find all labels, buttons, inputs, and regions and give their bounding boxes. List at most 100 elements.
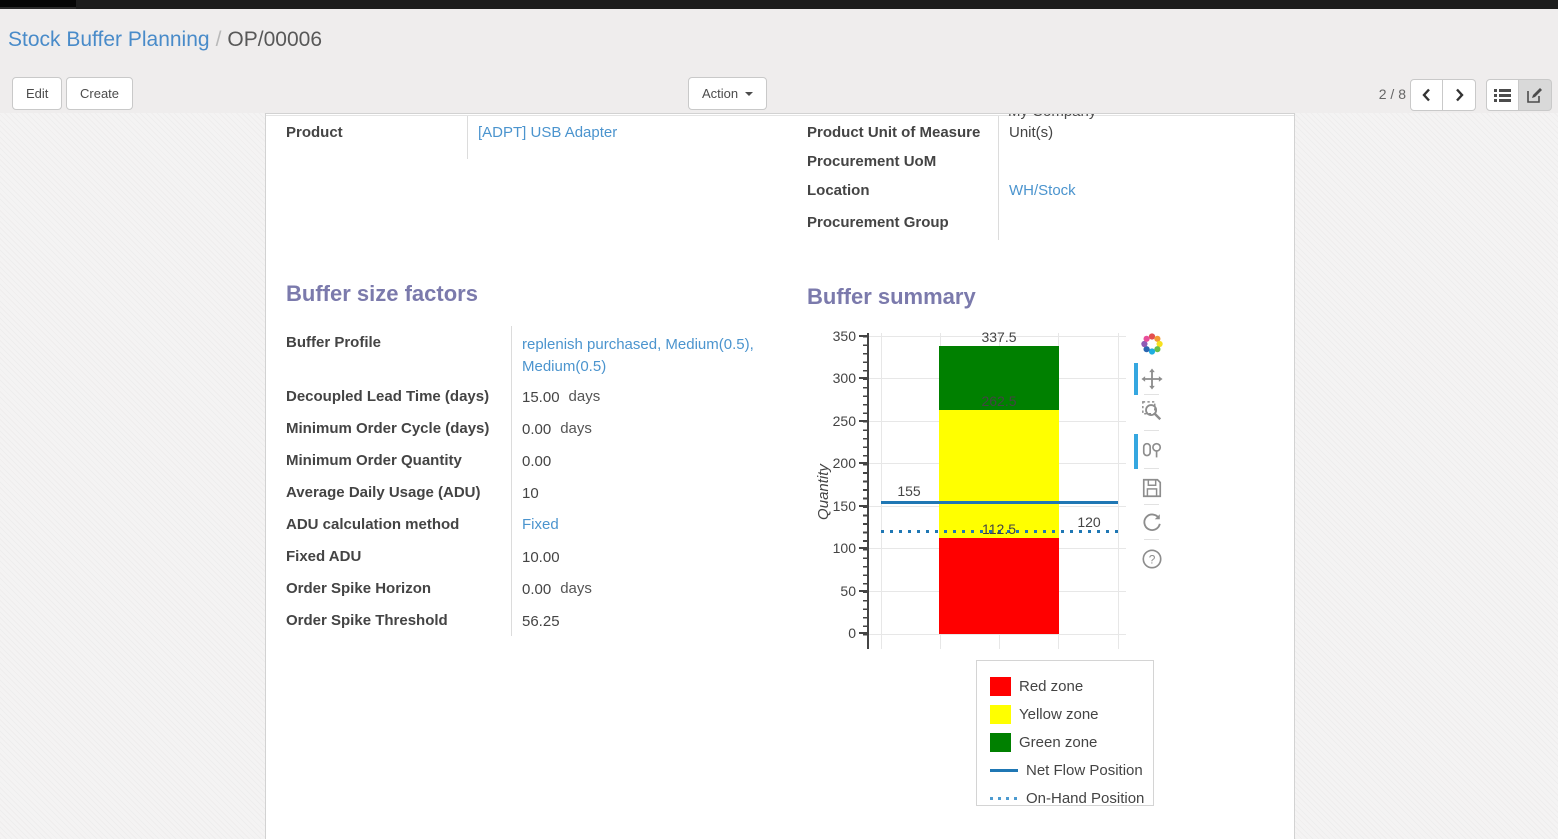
breadcrumb-parent-link[interactable]: Stock Buffer Planning [8,28,210,51]
product-group: Product [ADPT] USB Adapter [286,116,748,159]
action-dropdown-button[interactable]: Action [688,77,767,110]
chart-legend: Red zone Yellow zone Green zone Net Flow… [976,660,1154,806]
spike-horizon-value: 0.00days [511,572,778,604]
adu-method-value: Fixed [511,508,778,540]
breadcrumb: Stock Buffer Planning /OP/00006 [8,28,322,52]
legend-label: Net Flow Position [1026,762,1143,779]
y-tick-50: 50 [814,583,856,599]
major-tick [859,505,867,507]
gridline [869,634,1126,635]
red-zone-bar [939,538,1059,634]
product-uom-label: Product Unit of Measure [807,116,998,147]
field-row-adu: Average Daily Usage (ADU) 10 [286,476,778,508]
pager-next-button[interactable] [1443,79,1476,111]
field-row-location: Location WH/Stock [807,175,1277,206]
adu-label: Average Daily Usage (ADU) [286,476,511,508]
product-link[interactable]: [ADPT] USB Adapter [478,124,617,141]
moq-value: 0.00 [511,444,778,476]
legend-item-yellow-zone[interactable]: Yellow zone [990,703,1099,725]
chevron-down-icon [745,92,753,96]
compare-hover-icon[interactable] [1140,439,1164,463]
spike-threshold-number: 56.25 [522,613,560,630]
pan-icon[interactable] [1140,367,1164,391]
legend-label: On-Hand Position [1026,790,1144,807]
buffer-profile-value: replenish purchased, Medium(0.5), Medium… [511,326,778,380]
svg-text:?: ? [1149,553,1156,567]
active-indicator [1134,363,1138,395]
red-swatch [990,677,1011,696]
legend-item-green-zone[interactable]: Green zone [990,731,1097,753]
yellow-swatch [990,705,1011,724]
adu-method-link[interactable]: Fixed [522,516,559,533]
buffer-summary-title: Buffer summary [807,284,976,310]
major-tick [859,632,867,634]
form-view-button[interactable] [1519,79,1552,111]
major-tick [859,420,867,422]
field-row-procurement-uom: Procurement UoM [807,147,1277,175]
net-flow-position-line [881,501,1118,504]
major-tick [859,377,867,379]
toolbar-divider [1144,468,1159,469]
field-row-product: Product [ADPT] USB Adapter [286,116,748,159]
buffer-profile-link[interactable]: replenish purchased, Medium(0.5), Medium… [522,336,754,375]
buffer-factors-title: Buffer size factors [286,281,478,307]
breadcrumb-separator: / [216,28,222,51]
procurement-uom-value [998,147,1277,175]
field-row-adu-method: ADU calculation method Fixed [286,508,778,540]
edit-button[interactable]: Edit [12,77,62,110]
field-row-uom: Product Unit of Measure Unit(s) [807,116,1277,147]
plotly-logo-icon[interactable] [1140,332,1164,356]
procurement-group-label: Procurement Group [807,206,998,240]
control-panel: Stock Buffer Planning /OP/00006 Edit Crea… [0,9,1558,113]
spike-horizon-unit: days [560,580,592,597]
y-tick-100: 100 [814,540,856,556]
y-tick-250: 250 [814,413,856,429]
top-nav-bar [0,0,1558,9]
yellow-zone-bar [939,410,1059,538]
toolbar-divider [1144,430,1159,431]
field-row-dlt: Decoupled Lead Time (days) 15.00days [286,380,778,412]
spike-threshold-label: Order Spike Threshold [286,604,511,636]
buffer-factors-group: Buffer Profile replenish purchased, Medi… [286,326,778,636]
action-label: Action [702,86,738,101]
active-indicator [1134,434,1138,469]
major-tick [859,547,867,549]
spike-horizon-label: Order Spike Horizon [286,572,511,604]
field-row-spike-horizon: Order Spike Horizon 0.00days [286,572,778,604]
adu-value: 10 [511,476,778,508]
y-tick-0: 0 [814,625,856,641]
y-tick-200: 200 [814,455,856,471]
field-row-moq: Minimum Order Quantity 0.00 [286,444,778,476]
pager-previous-button[interactable] [1410,79,1443,111]
gridline [1118,333,1119,649]
solid-line-swatch [990,769,1018,772]
create-button[interactable]: Create [66,77,133,110]
list-view-button[interactable] [1486,79,1519,111]
major-tick [859,335,867,337]
legend-item-on-hand[interactable]: On-Hand Position [990,787,1144,809]
plot-area[interactable]: 337.5 262.5 155 112.5 120 [869,333,1126,649]
y-tick-350: 350 [814,328,856,344]
pager-buttons [1410,79,1476,111]
pager-counter: 2 / 8 [1358,86,1406,102]
fixed-adu-label: Fixed ADU [286,540,511,572]
moc-value: 0.00days [511,412,778,444]
breadcrumb-current: OP/00006 [227,28,322,51]
dotted-line-swatch [990,797,1018,800]
location-label: Location [807,175,998,206]
green-swatch [990,733,1011,752]
field-row-buffer-profile: Buffer Profile replenish purchased, Medi… [286,326,778,380]
form-view-icon [1527,87,1543,103]
location-link[interactable]: WH/Stock [1009,182,1076,199]
annotation-green-bottom: 262.5 [967,393,1031,409]
legend-item-net-flow[interactable]: Net Flow Position [990,759,1143,781]
buffer-profile-label: Buffer Profile [286,326,511,380]
box-zoom-icon[interactable] [1140,399,1164,423]
adu-number: 10 [522,485,539,502]
buffer-summary-chart: Quantity 350 300 250 200 150 100 50 0 [806,326,1186,661]
annotation-red-top: 112.5 [967,521,1031,537]
legend-item-red-zone[interactable]: Red zone [990,675,1083,697]
reset-axes-icon[interactable] [1140,510,1164,534]
help-icon[interactable]: ? [1140,547,1164,571]
save-icon[interactable] [1140,476,1164,500]
